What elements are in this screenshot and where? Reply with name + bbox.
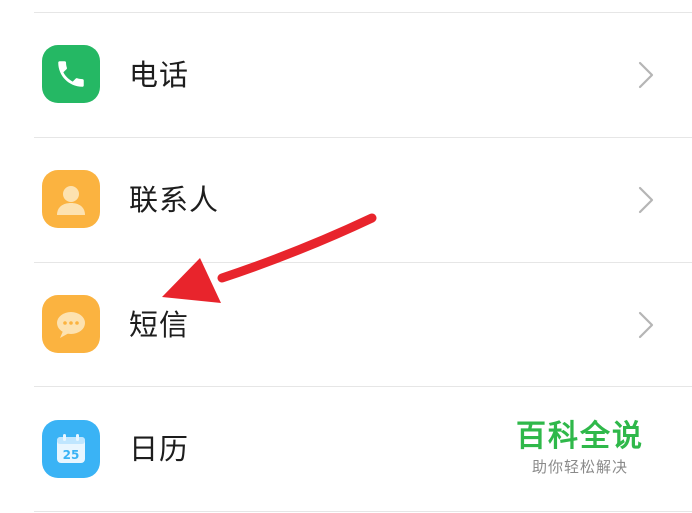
- watermark-subtitle: 助你轻松解决: [531, 458, 628, 476]
- settings-item-label: 电话: [129, 58, 190, 92]
- settings-item-phone[interactable]: 电话: [0, 13, 692, 137]
- settings-item-contacts[interactable]: 联系人: [0, 138, 692, 262]
- chevron-right-icon: [638, 61, 654, 89]
- chevron-right-icon: [638, 186, 654, 214]
- divider: [34, 511, 692, 512]
- chevron-right-icon: [638, 311, 654, 339]
- settings-item-messages[interactable]: 短信: [0, 263, 692, 387]
- message-bubble-icon: [42, 295, 100, 353]
- settings-app-list-page: 电话 联系人 短信 25 日历 百科全说 助你轻松解决: [0, 0, 692, 513]
- contact-person-icon: [42, 170, 100, 228]
- settings-item-label: 短信: [129, 308, 190, 342]
- settings-item-label: 联系人: [129, 183, 220, 217]
- calendar-icon: 25: [42, 420, 100, 478]
- phone-icon: [42, 45, 100, 103]
- settings-item-label: 日历: [129, 432, 190, 466]
- calendar-day-number: 25: [63, 448, 80, 462]
- watermark-title: 百科全说: [516, 419, 644, 454]
- watermark: 百科全说 助你轻松解决: [510, 418, 650, 478]
